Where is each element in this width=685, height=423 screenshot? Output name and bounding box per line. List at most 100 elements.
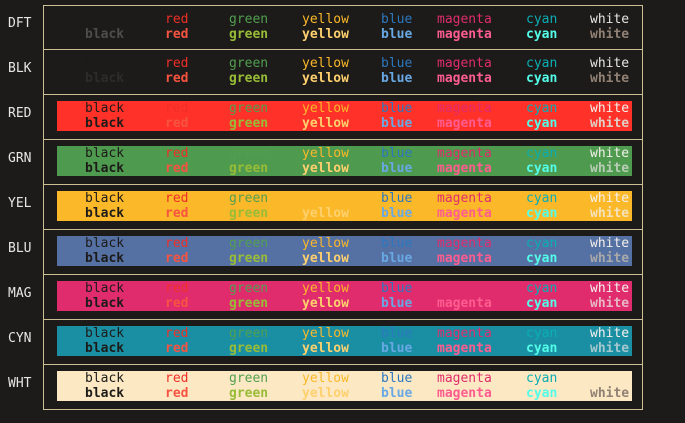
sample-blue-bold: blue	[381, 296, 413, 311]
sample-white: white	[590, 281, 630, 296]
row-label: DFT	[8, 16, 32, 31]
sample-green-bold: green	[229, 296, 269, 311]
sample-yellow-bold: yellow	[302, 116, 349, 131]
sample-yellow: yellow	[302, 191, 349, 206]
sample-green-bold: green	[229, 71, 269, 86]
sample-green: green	[229, 56, 269, 71]
sample-yellow: yellow	[302, 12, 349, 27]
sample-magenta-bold: magenta	[437, 296, 492, 311]
sample-magenta-bold: magenta	[437, 206, 492, 221]
swatch-cell: black red green yellow blue magenta cyan white b…	[43, 95, 643, 140]
sample-black-bold: black	[85, 386, 125, 401]
sample-white: white	[590, 56, 630, 71]
sample-blue: blue	[381, 101, 413, 116]
sample-green: green	[229, 281, 269, 296]
sample-black: black	[85, 281, 125, 296]
row-blk: BLK black red green yellow blue magenta cyan whi…	[0, 50, 685, 95]
sample-cyan-bold: cyan	[526, 116, 558, 131]
sample-cyan-bold: cyan	[526, 341, 558, 356]
background-band: black red green yellow blue magenta cyan white b…	[57, 191, 632, 221]
background-band: black red green yellow blue magenta cyan white b…	[57, 281, 632, 311]
sample-green: green	[229, 191, 269, 206]
swatch-cell: black red green yellow blue magenta cyan white b…	[43, 5, 643, 50]
swatch-cell: black red green yellow blue magenta cyan white b…	[43, 230, 643, 275]
sample-white: white	[590, 236, 630, 251]
sample-cyan-bold: cyan	[526, 71, 558, 86]
row-label: YEL	[8, 196, 32, 211]
sample-red: red	[165, 236, 189, 251]
background-band: black red green yellow blue magenta cyan white b…	[57, 56, 632, 86]
sample-red-bold: red	[165, 296, 189, 311]
background-band: black red green yellow blue magenta cyan white b…	[57, 101, 632, 131]
sample-black: black	[85, 371, 125, 386]
sample-cyan-bold: cyan	[526, 251, 558, 266]
sample-white-bold: white	[590, 206, 630, 221]
sample-red: red	[165, 12, 189, 27]
sample-cyan: cyan	[526, 236, 558, 251]
sample-red: red	[165, 191, 189, 206]
sample-blue-bold: blue	[381, 161, 413, 176]
sample-cyan-bold: cyan	[526, 386, 558, 401]
row-mag: MAG black red green yellow blue magenta cyan whi…	[0, 275, 685, 320]
background-band: black red green yellow blue magenta cyan white b…	[57, 371, 632, 401]
sample-green-bold: green	[229, 341, 269, 356]
sample-green: green	[229, 236, 269, 251]
swatch-cell: black red green yellow blue magenta cyan white b…	[43, 185, 643, 230]
sample-green-bold: green	[229, 386, 269, 401]
sample-cyan: cyan	[526, 281, 558, 296]
sample-cyan: cyan	[526, 101, 558, 116]
sample-yellow-bold: yellow	[302, 386, 349, 401]
sample-white-bold: white	[590, 116, 630, 131]
sample-red-bold: red	[165, 251, 189, 266]
sample-blue-bold: blue	[381, 251, 413, 266]
row-label: MAG	[8, 286, 32, 301]
sample-white: white	[590, 12, 630, 27]
sample-blue: blue	[381, 56, 413, 71]
sample-black: black	[85, 101, 125, 116]
sample-white: white	[590, 101, 630, 116]
sample-blue: blue	[381, 371, 413, 386]
swatch-cell: black red green yellow blue magenta cyan white b…	[43, 50, 643, 95]
sample-magenta: magenta	[437, 101, 492, 116]
row-cyn: CYN black red green yellow blue magenta cyan whi…	[0, 320, 685, 365]
sample-magenta-bold: magenta	[437, 386, 492, 401]
sample-yellow-bold: yellow	[302, 161, 349, 176]
sample-green-bold: green	[229, 116, 269, 131]
row-grn: GRN black red green yellow blue magenta cyan whi…	[0, 140, 685, 185]
sample-red-bold: red	[165, 27, 189, 42]
sample-black: black	[85, 236, 125, 251]
sample-cyan-bold: cyan	[526, 161, 558, 176]
sample-white: white	[590, 191, 630, 206]
sample-yellow-bold: yellow	[302, 206, 349, 221]
sample-yellow-bold: yellow	[302, 251, 349, 266]
sample-red: red	[165, 326, 189, 341]
sample-white-bold: white	[590, 71, 630, 86]
row-label: RED	[8, 106, 32, 121]
sample-black-bold: black	[85, 341, 125, 356]
swatch-cell: black red green yellow blue magenta cyan white b…	[43, 320, 643, 365]
sample-black-bold: black	[85, 206, 125, 221]
sample-cyan-bold: cyan	[526, 296, 558, 311]
sample-white: white	[590, 146, 630, 161]
sample-green-bold: green	[229, 251, 269, 266]
sample-black-bold: black	[85, 296, 125, 311]
sample-blue-bold: blue	[381, 386, 413, 401]
sample-blue-bold: blue	[381, 206, 413, 221]
background-band: black red green yellow blue magenta cyan white b…	[57, 236, 632, 266]
row-wht: WHT black red green yellow blue magenta cyan whi…	[0, 365, 685, 410]
sample-red-bold: red	[165, 206, 189, 221]
sample-magenta-bold: magenta	[437, 251, 492, 266]
sample-red-bold: red	[165, 71, 189, 86]
sample-red-bold: red	[165, 116, 189, 131]
sample-green: green	[229, 101, 269, 116]
row-label: BLK	[8, 61, 32, 76]
row-label: GRN	[8, 151, 32, 166]
sample-magenta: magenta	[437, 191, 492, 206]
sample-magenta: magenta	[437, 56, 492, 71]
sample-red-bold: red	[165, 341, 189, 356]
sample-magenta-bold: magenta	[437, 161, 492, 176]
swatch-cell: black red green yellow blue magenta cyan white b…	[43, 275, 643, 320]
sample-white: white	[590, 371, 630, 386]
sample-magenta-bold: magenta	[437, 116, 492, 131]
sample-white: white	[590, 326, 630, 341]
